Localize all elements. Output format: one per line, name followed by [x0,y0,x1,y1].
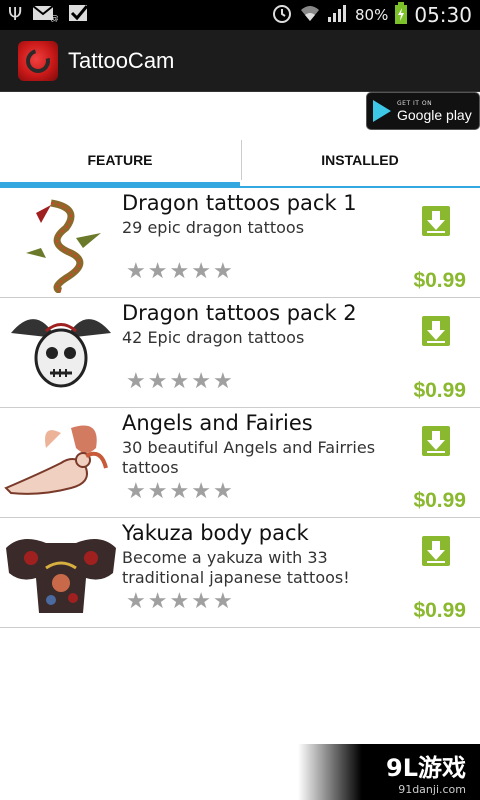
star-icon: ★ [212,589,233,614]
signal-icon [327,3,349,27]
list-item[interactable]: Yakuza body pack Become a yakuza with 33… [0,518,480,628]
dragon-skull-tattoo-thumbnail [0,298,122,408]
wifi-icon [299,3,321,27]
watermark-url: 91danji.com [398,783,466,796]
rating-stars: ★ ★ ★ ★ ★ [126,261,233,283]
status-right: 80% 05:30 [271,0,472,30]
star-icon: ★ [169,589,190,614]
svg-text:@: @ [50,14,58,22]
pack-list: Dragon tattoos pack 1 29 epic dragon tat… [0,188,480,628]
star-icon: ★ [126,589,146,614]
price-label: $0.99 [413,379,466,402]
star-icon: ★ [147,479,168,504]
check-icon [68,3,90,27]
list-item[interactable]: Angels and Fairies 30 beautiful Angels a… [0,408,480,518]
star-icon: ★ [126,259,146,284]
app-title: TattooCam [68,47,175,73]
watermark: 9L游戏 91danji.com [298,744,480,800]
star-icon: ★ [147,589,168,614]
rating-stars: ★ ★ ★ ★ ★ [126,591,233,613]
tab-feature[interactable]: FEATURE [0,132,240,188]
star-icon: ★ [126,479,146,504]
star-icon: ★ [169,369,190,394]
rating-stars: ★ ★ ★ ★ ★ [126,371,233,393]
google-play-badge[interactable]: GET IT ON Google play [366,92,480,130]
rating-stars: ★ ★ ★ ★ ★ [126,481,233,503]
battery-percent: 80% [355,6,389,24]
star-icon: ★ [191,259,211,284]
download-icon[interactable] [422,426,450,456]
watermark-logo: 9L游戏 [386,754,466,782]
usb-icon: Ψ [8,4,23,25]
price-label: $0.99 [413,599,466,622]
star-icon: ★ [212,479,233,504]
yakuza-tattoo-thumbnail [0,518,122,628]
price-label: $0.99 [413,489,466,512]
star-icon: ★ [212,369,233,394]
play-store-icon [373,100,391,122]
status-bar: Ψ @ 80% 05:30 [0,0,480,30]
star-icon: ★ [191,479,211,504]
clock: 05:30 [414,3,472,27]
tab-bar: FEATURE INSTALLED [0,132,480,188]
star-icon: ★ [212,259,233,284]
list-item[interactable]: Dragon tattoos pack 2 42 Epic dragon tat… [0,298,480,408]
status-left-icons: Ψ @ [8,0,90,30]
star-icon: ★ [169,479,190,504]
mail-icon: @ [32,4,59,26]
star-icon: ★ [191,369,211,394]
fairy-tattoo-thumbnail [0,408,122,518]
battery-icon [394,2,408,28]
price-label: $0.99 [413,269,466,292]
star-icon: ★ [191,589,211,614]
tab-installed[interactable]: INSTALLED [240,132,480,188]
action-bar: TattooCam [0,30,480,92]
play-banner: GET IT ON Google play [0,92,480,132]
star-icon: ★ [147,259,168,284]
dragon-tattoo-thumbnail [0,188,122,298]
alarm-icon [271,2,293,28]
list-item[interactable]: Dragon tattoos pack 1 29 epic dragon tat… [0,188,480,298]
star-icon: ★ [147,369,168,394]
app-logo-icon[interactable] [18,40,58,81]
download-icon[interactable] [422,536,450,566]
download-icon[interactable] [422,206,450,236]
download-icon[interactable] [422,316,450,346]
star-icon: ★ [169,259,190,284]
play-badge-big-text: Google play [397,106,472,123]
star-icon: ★ [126,369,146,394]
play-badge-small-text: GET IT ON [397,99,433,107]
